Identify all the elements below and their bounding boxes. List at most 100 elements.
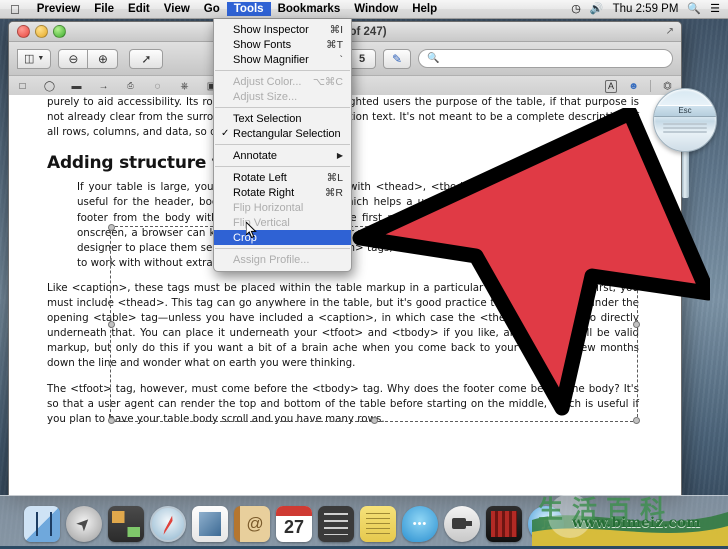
- menu-item-show-fonts[interactable]: Show Fonts ⌘T: [214, 37, 351, 52]
- rotate-label: 5: [358, 52, 366, 65]
- search-icon: 🔍: [427, 53, 440, 64]
- esc-widget-label: Esc: [654, 105, 716, 117]
- paragraph-structure: If your table is large, you can add more…: [77, 181, 639, 269]
- menu-item-shortcut: `: [339, 53, 344, 66]
- oval-icon[interactable]: ◌: [151, 81, 164, 92]
- menu-item-label: Assign Profile...: [233, 253, 310, 266]
- minimize-button[interactable]: [35, 25, 48, 38]
- menu-item-label: Flip Horizontal: [233, 201, 304, 214]
- zoom-group[interactable]: ⊖ ⊕: [58, 48, 119, 69]
- text-select-icon[interactable]: ⎙: [124, 81, 137, 91]
- dock-item-photo-booth[interactable]: [486, 506, 522, 542]
- menu-item-label: Rotate Left: [233, 171, 287, 184]
- zoom-out-icon: ⊖: [68, 51, 79, 66]
- menu-separator: [215, 107, 350, 108]
- menu-window[interactable]: Window: [347, 2, 405, 16]
- sidebar-toggle-button[interactable]: ◫ ▼: [17, 48, 52, 69]
- menu-item-label: Adjust Size...: [233, 90, 298, 103]
- menu-item-assign-profile: Assign Profile...: [214, 252, 351, 267]
- menu-item-label: Show Magnifier: [233, 53, 309, 66]
- menu-item-adjust-size: Adjust Size...: [214, 89, 351, 104]
- dock-item-messages[interactable]: [402, 506, 438, 542]
- menu-item-label: Show Inspector: [233, 23, 309, 36]
- list-icon[interactable]: ☰: [710, 3, 720, 15]
- menu-help[interactable]: Help: [405, 2, 444, 16]
- sidebar-toggle-group[interactable]: ◫ ▼: [17, 48, 52, 69]
- annotate-icon: ✎: [391, 51, 403, 66]
- menu-item-adjust-color: Adjust Color... ⌥⌘C: [214, 74, 351, 89]
- zoom-out-button[interactable]: ⊖: [58, 48, 89, 69]
- share-icon: ➚: [141, 51, 152, 66]
- menu-item-shortcut: ⌘T: [326, 38, 343, 51]
- menu-edit[interactable]: Edit: [121, 2, 157, 16]
- menu-tools[interactable]: Tools: [226, 2, 271, 16]
- menu-bar-status-area: ◷ 🔊 Thu 2:59 PM 🔍 ☰: [571, 3, 728, 15]
- oval-select-icon[interactable]: ◯: [43, 81, 56, 92]
- menu-item-shortcut: ⌥⌘C: [312, 75, 343, 88]
- menu-item-show-magnifier[interactable]: Show Magnifier `: [214, 52, 351, 67]
- menu-item-show-inspector[interactable]: Show Inspector ⌘I: [214, 22, 351, 37]
- menu-item-label: Rotate Right: [233, 186, 295, 199]
- rect-select-icon[interactable]: □: [16, 81, 29, 92]
- share-button[interactable]: ➚: [129, 48, 164, 69]
- dock-item-finder[interactable]: [24, 506, 60, 542]
- menu-item-rectangular-selection[interactable]: ✓ Rectangular Selection: [214, 126, 351, 141]
- esc-widget-lines: [663, 121, 707, 135]
- dock-item-contacts[interactable]: [234, 506, 270, 542]
- zoom-button[interactable]: [53, 25, 66, 38]
- clock-icon[interactable]: ◷: [571, 3, 581, 15]
- dock-item-safari[interactable]: [150, 506, 186, 542]
- speaker-icon[interactable]: 🔊: [590, 3, 604, 15]
- rotate-button[interactable]: 5: [348, 48, 376, 69]
- esc-widget[interactable]: Esc: [653, 88, 717, 152]
- dock-item-facetime[interactable]: [444, 506, 480, 542]
- esc-widget-dial[interactable]: Esc: [653, 88, 717, 152]
- menu-view[interactable]: View: [157, 2, 197, 16]
- zoom-in-icon: ⊕: [97, 51, 108, 66]
- menu-bar-clock[interactable]: Thu 2:59 PM: [613, 3, 679, 15]
- expand-icon[interactable]: ↗: [666, 26, 681, 37]
- zoom-in-button[interactable]: ⊕: [88, 48, 119, 69]
- paragraph-tfoot: The <tfoot> tag, however, must come befo…: [47, 382, 639, 425]
- menu-item-annotate[interactable]: Annotate ▶: [214, 148, 351, 163]
- dock-item-launchpad[interactable]: [66, 506, 102, 542]
- checkmark-icon: ✓: [221, 128, 230, 139]
- menu-separator: [215, 166, 350, 167]
- line-icon[interactable]: ▬: [70, 81, 83, 92]
- menu-item-rotate-left[interactable]: Rotate Left ⌘L: [214, 170, 351, 185]
- dock[interactable]: [0, 495, 728, 546]
- menu-separator: [215, 248, 350, 249]
- dock-item-reminders[interactable]: [318, 506, 354, 542]
- menu-item-rotate-right[interactable]: Rotate Right ⌘R: [214, 185, 351, 200]
- apple-icon[interactable]: : [0, 3, 30, 16]
- dock-item-calendar[interactable]: [276, 506, 312, 542]
- menu-file[interactable]: File: [87, 2, 121, 16]
- menu-item-text-selection[interactable]: Text Selection: [214, 111, 351, 126]
- menu-separator: [215, 144, 350, 145]
- menu-item-shortcut: ⌘I: [329, 23, 343, 36]
- adjust-color-icon[interactable]: ☻: [627, 81, 640, 92]
- close-button[interactable]: [17, 25, 30, 38]
- menu-item-label: Crop: [233, 231, 257, 244]
- search-input[interactable]: 🔍: [418, 49, 673, 68]
- dock-item-notes[interactable]: [360, 506, 396, 542]
- widget-stem: [682, 148, 689, 198]
- annotate-button[interactable]: ✎: [383, 48, 411, 69]
- search-icon[interactable]: 🔍: [687, 3, 701, 15]
- menu-item-label: Annotate: [233, 149, 278, 162]
- arrow-icon[interactable]: →: [97, 81, 110, 92]
- window-traffic-lights[interactable]: [9, 25, 66, 38]
- tools-menu[interactable]: Show Inspector ⌘I Show Fonts ⌘T Show Mag…: [213, 19, 352, 272]
- menu-bar[interactable]:  Preview File Edit View Go Tools Bookma…: [0, 0, 728, 19]
- menu-go[interactable]: Go: [197, 2, 227, 16]
- subbar-divider: [650, 80, 651, 92]
- dock-item-mail[interactable]: [192, 506, 228, 542]
- cloud-icon[interactable]: ⎈: [178, 81, 191, 92]
- dock-item-itunes[interactable]: [528, 506, 564, 542]
- menu-preview[interactable]: Preview: [30, 2, 87, 16]
- menu-bookmarks[interactable]: Bookmarks: [271, 2, 348, 16]
- text-box-icon[interactable]: A: [604, 79, 617, 93]
- menu-item-crop[interactable]: Crop: [214, 230, 351, 245]
- sidebar-icon: ◫: [24, 53, 35, 65]
- dock-item-mission-control[interactable]: [108, 506, 144, 542]
